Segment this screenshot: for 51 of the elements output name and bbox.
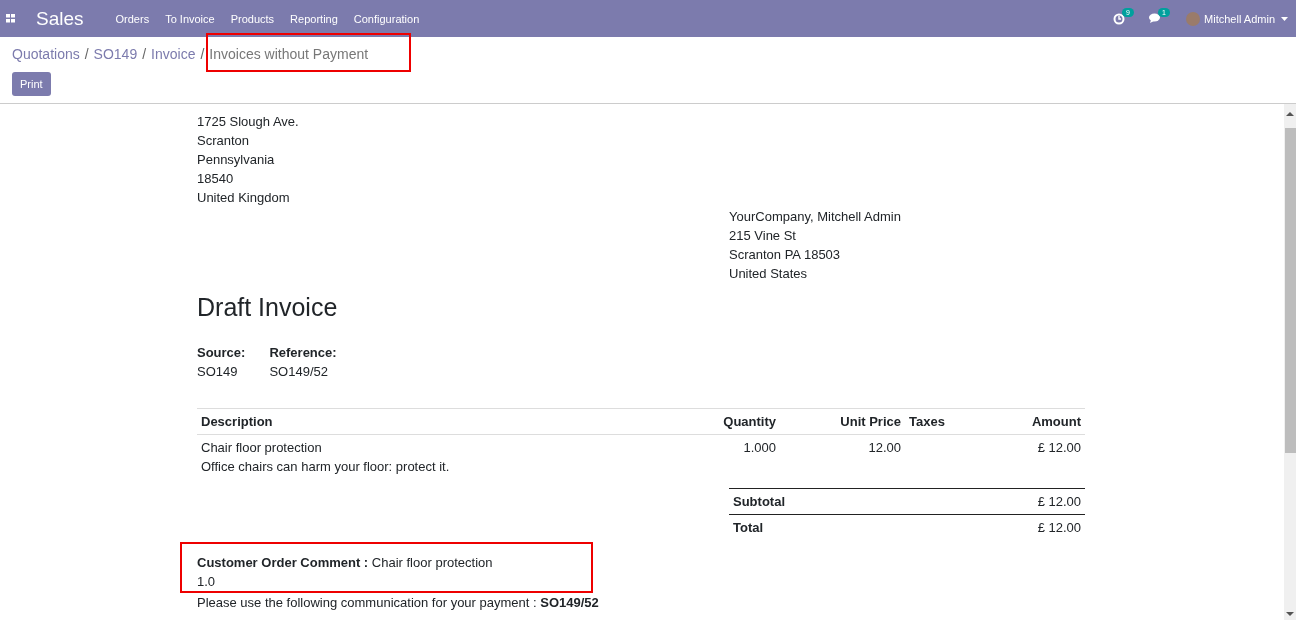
menu-item[interactable]: Reporting (290, 12, 338, 25)
user-menu[interactable]: Mitchell Admin (1204, 12, 1275, 25)
company-address-line: Scranton (197, 132, 251, 150)
breadcrumb-separator: / (200, 46, 205, 62)
company-address-line: 18540 (197, 170, 235, 188)
total-value: £ 12.00 (1037, 519, 1081, 537)
clock-icon[interactable] (1113, 12, 1126, 25)
menu-item[interactable]: Products (230, 12, 275, 25)
caret-icon[interactable] (1281, 16, 1288, 21)
column-header: Quantity (722, 413, 776, 431)
app-name: Sales (36, 7, 84, 30)
menu-item[interactable]: Orders (115, 12, 150, 25)
chat-icon[interactable] (1149, 13, 1163, 24)
column-header: Taxes (908, 413, 946, 431)
comment-extra: 1.0 (197, 573, 217, 591)
breadcrumb-link[interactable]: Quotations (12, 46, 80, 62)
print-button[interactable]: Print (12, 72, 51, 96)
table-cell-text: 1.000 (742, 439, 776, 457)
company-address-line: 1725 Slough Ave. (197, 113, 300, 131)
info-label: Source: (197, 344, 246, 362)
breadcrumb-separator: / (142, 46, 147, 62)
breadcrumb-link[interactable]: SO149 (93, 46, 138, 62)
invoice-title: Draft Invoice (197, 292, 339, 322)
company-address-line: United Kingdom (197, 189, 291, 207)
menu-item[interactable]: Configuration (353, 12, 420, 25)
breadcrumb-separator: / (84, 46, 89, 62)
payment-note: Please use the following communication for your payment : SO149/52 (197, 595, 600, 611)
total-label: Subtotal (733, 493, 785, 511)
breadcrumb-link[interactable]: Invoice (151, 46, 196, 62)
table-cell-text: 12.00 (867, 439, 901, 457)
customer-address-line: YourCompany, Mitchell Admin (729, 208, 902, 226)
scrollbar[interactable] (1284, 104, 1296, 620)
apps-menu-icon[interactable] (6, 14, 16, 23)
column-header: Unit Price (839, 413, 901, 431)
customer-address-line: United States (729, 265, 809, 283)
total-label: Total (733, 519, 764, 537)
customer-address-line: Scranton PA 18503 (729, 246, 842, 264)
table-cell-text: Chair floor protection (201, 439, 323, 457)
line-note: Office chairs can harm your floor: protect it. (200, 458, 451, 476)
customer-address-line: 215 Vine St (729, 227, 797, 245)
comment-text: Customer Order Comment : Chair floor protection (197, 554, 494, 572)
breadcrumb-current: Invoices without Payment (209, 46, 369, 62)
menu-item[interactable]: To Invoice (165, 12, 215, 25)
info-label: Reference: (269, 344, 337, 362)
column-header: Amount (1030, 413, 1081, 431)
table-cell-text: £ 12.00 (1036, 439, 1081, 457)
column-header: Description (201, 413, 274, 431)
info-value: SO149 (197, 363, 239, 381)
total-value: £ 12.00 (1037, 493, 1081, 511)
company-address-line: Pennsylvania (197, 151, 276, 169)
info-value: SO149/52 (269, 363, 329, 381)
